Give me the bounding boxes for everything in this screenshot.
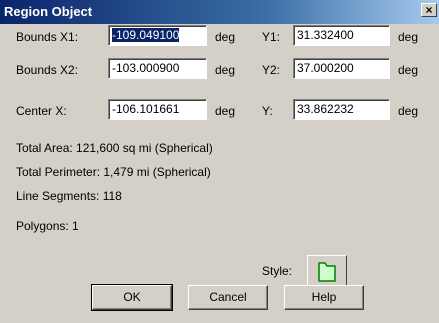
close-button[interactable]: × (421, 3, 437, 17)
bounds-y2-unit: deg (398, 63, 419, 77)
bounds-x2-unit: deg (215, 63, 236, 77)
bounds-y1-field[interactable]: 31.332400 (293, 25, 390, 46)
bounds-x1-label: Bounds X1: (16, 30, 79, 44)
line-segments-text: Line Segments: 118 (16, 189, 122, 203)
style-button[interactable] (307, 255, 347, 289)
center-y-field[interactable]: 33.862232 (293, 99, 390, 120)
ok-button[interactable]: OK (91, 284, 173, 311)
help-button[interactable]: Help (284, 285, 364, 310)
bounds-y2-field[interactable]: 37.000200 (293, 58, 390, 79)
bounds-x1-field[interactable]: -109.049100 (108, 25, 207, 46)
window-title: Region Object (4, 4, 93, 19)
bounds-y1-label: Y1: (262, 30, 281, 44)
center-x-field[interactable]: -106.101661 (108, 99, 207, 120)
center-x-label: Center X: (16, 104, 67, 118)
center-x-unit: deg (215, 104, 236, 118)
title-bar[interactable]: Region Object × (0, 0, 439, 24)
region-style-swatch-icon (318, 262, 336, 282)
center-y-unit: deg (398, 104, 419, 118)
close-icon: × (425, 3, 433, 17)
center-y-label: Y: (262, 104, 273, 118)
bounds-y1-unit: deg (398, 30, 419, 44)
total-area-text: Total Area: 121,600 sq mi (Spherical) (16, 141, 213, 155)
bounds-x1-unit: deg (215, 30, 236, 44)
polygons-text: Polygons: 1 (16, 219, 79, 233)
bounds-x2-label: Bounds X2: (16, 63, 79, 77)
bounds-y2-label: Y2: (262, 63, 281, 77)
bounds-x2-field[interactable]: -103.000900 (108, 58, 207, 79)
style-label: Style: (262, 264, 293, 278)
total-perimeter-text: Total Perimeter: 1,479 mi (Spherical) (16, 165, 211, 179)
cancel-button[interactable]: Cancel (188, 285, 268, 310)
